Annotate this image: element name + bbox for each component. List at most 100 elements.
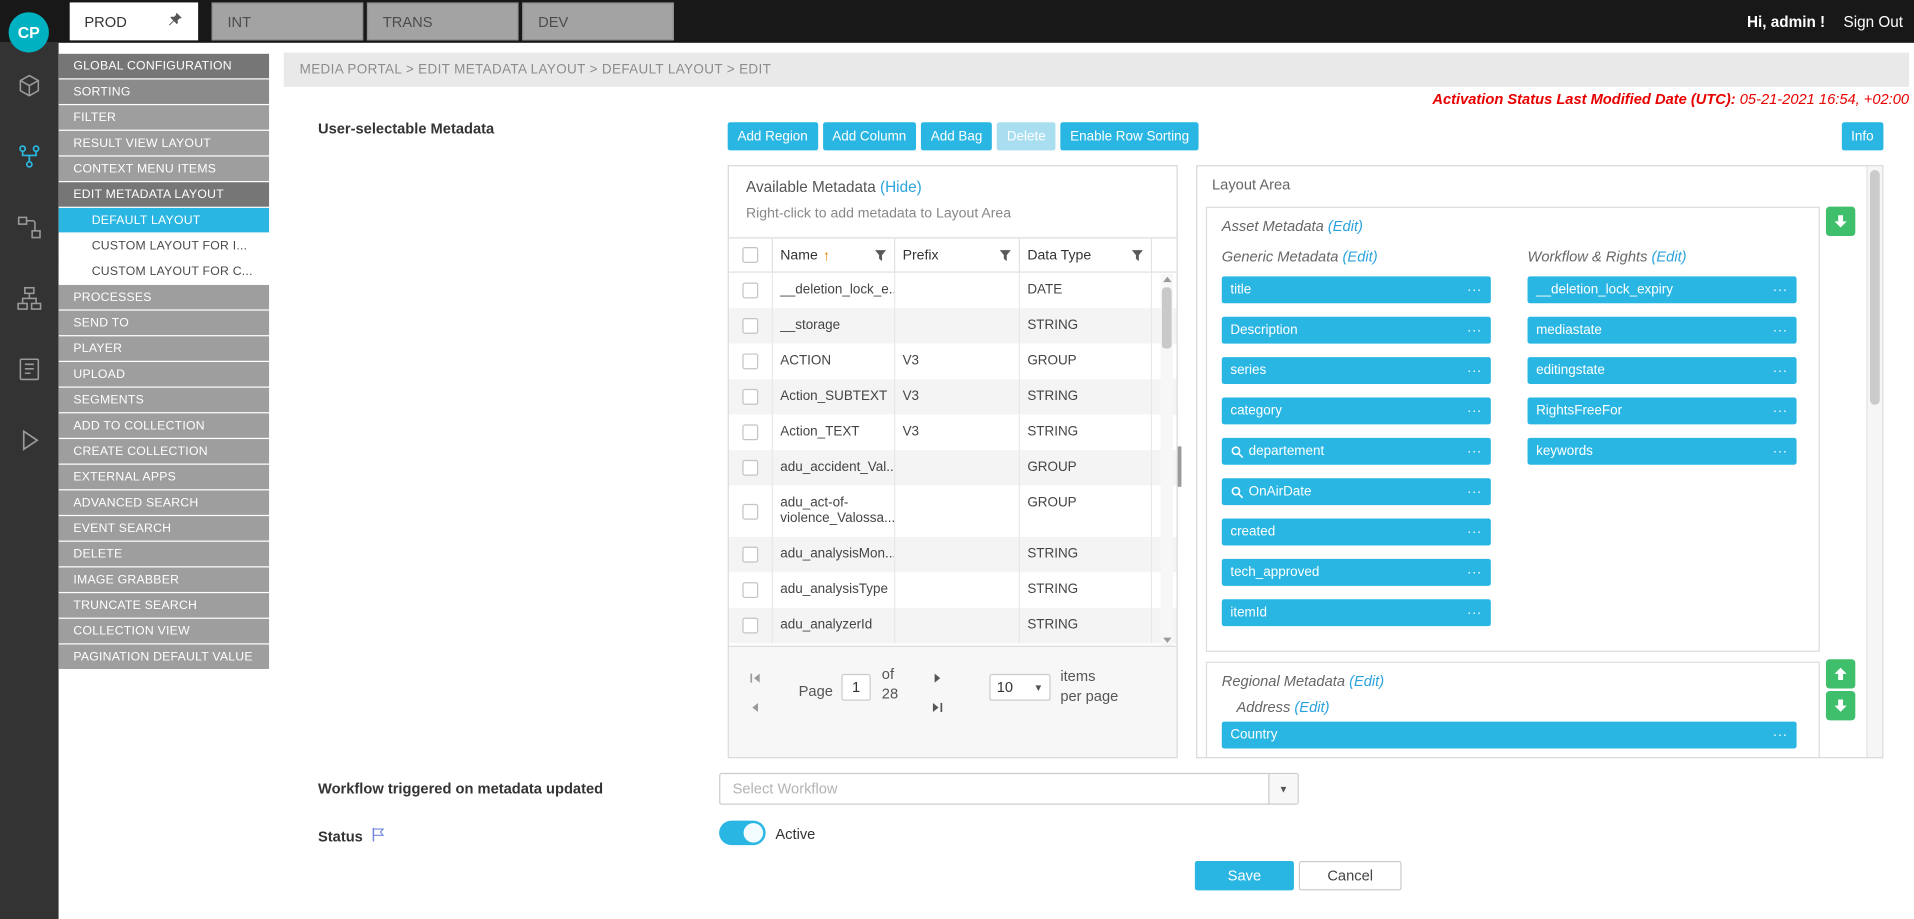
tab-trans[interactable]: TRANS (367, 2, 519, 40)
metadata-chip[interactable]: Country... (1222, 722, 1797, 749)
hide-link[interactable]: (Hide) (880, 179, 922, 196)
column-header-data-type[interactable]: Data Type (1020, 238, 1152, 271)
metadata-chip[interactable]: series... (1222, 357, 1491, 384)
chip-menu-handle[interactable]: ... (1773, 404, 1788, 417)
sidebar-item-player[interactable]: PLAYER (59, 336, 269, 360)
sidebar-item-create-collection[interactable]: CREATE COLLECTION (59, 439, 269, 463)
app-logo[interactable]: CP (9, 12, 49, 52)
metadata-chip[interactable]: OnAirDate... (1222, 478, 1491, 505)
sidebar-item-add-to-collection[interactable]: ADD TO COLLECTION (59, 413, 269, 437)
chip-menu-handle[interactable]: ... (1467, 364, 1482, 377)
metadata-chip[interactable]: RightsFreeFor... (1528, 397, 1797, 424)
table-row[interactable]: __storage STRING (729, 308, 1177, 343)
metadata-chip[interactable]: category... (1222, 397, 1491, 424)
enable-row-sorting-button[interactable]: Enable Row Sorting (1060, 122, 1198, 150)
sidebar-item-filter[interactable]: FILTER (59, 105, 269, 129)
row-checkbox[interactable] (742, 582, 758, 598)
metadata-chip[interactable]: departement... (1222, 438, 1491, 465)
edit-link[interactable]: (Edit) (1328, 218, 1363, 235)
tab-dev[interactable]: DEV (522, 2, 674, 40)
table-row[interactable]: adu_analysisType STRING (729, 572, 1177, 607)
metadata-chip[interactable]: mediastate... (1528, 317, 1797, 344)
sidebar-item-custom-layout-i[interactable]: CUSTOM LAYOUT FOR I... (59, 234, 269, 258)
sidebar-item-collection-view[interactable]: COLLECTION VIEW (59, 619, 269, 643)
breadcrumb[interactable]: MEDIA PORTAL > EDIT METADATA LAYOUT > DE… (284, 53, 1909, 87)
sidebar-item-sorting[interactable]: SORTING (59, 79, 269, 103)
scrollbar-thumb[interactable] (1870, 170, 1880, 405)
sidebar-item-event-search[interactable]: EVENT SEARCH (59, 516, 269, 540)
move-region-down-button[interactable] (1826, 207, 1855, 236)
scroll-down-icon[interactable] (1161, 635, 1173, 646)
sign-out-link[interactable]: Sign Out (1844, 13, 1903, 30)
filter-icon[interactable] (999, 249, 1011, 261)
layout-scrollbar[interactable] (1866, 166, 1882, 757)
metadata-chip[interactable]: Description... (1222, 317, 1491, 344)
metadata-chip[interactable]: itemId... (1222, 599, 1491, 626)
table-scrollbar[interactable] (1161, 274, 1173, 646)
sidebar-item-global-configuration[interactable]: GLOBAL CONFIGURATION (59, 54, 269, 78)
info-button[interactable]: Info (1841, 122, 1883, 150)
scrollbar-thumb[interactable] (1162, 287, 1172, 348)
sidebar-item-upload[interactable]: UPLOAD (59, 362, 269, 386)
move-region-down-button[interactable] (1826, 691, 1855, 720)
status-toggle[interactable] (719, 821, 765, 845)
last-page-button[interactable] (928, 698, 945, 715)
page-number-input[interactable] (841, 674, 870, 701)
chip-menu-handle[interactable]: ... (1773, 323, 1788, 336)
metadata-chip[interactable]: keywords... (1528, 438, 1797, 465)
run-icon[interactable] (13, 424, 45, 456)
table-row[interactable]: adu_act-of-violence_Valossa... GROUP (729, 486, 1177, 537)
chip-menu-handle[interactable]: ... (1467, 566, 1482, 579)
cancel-button[interactable]: Cancel (1299, 861, 1402, 890)
filter-icon[interactable] (874, 249, 886, 261)
pushpin-icon[interactable] (166, 11, 183, 32)
sidebar-item-default-layout[interactable]: DEFAULT LAYOUT (59, 208, 269, 232)
row-checkbox[interactable] (742, 283, 758, 299)
chip-menu-handle[interactable]: ... (1773, 445, 1788, 458)
sidebar-item-advanced-search[interactable]: ADVANCED SEARCH (59, 490, 269, 514)
row-checkbox[interactable] (742, 618, 758, 634)
sidebar-item-send-to[interactable]: SEND TO (59, 311, 269, 335)
sidebar-item-edit-metadata-layout[interactable]: EDIT METADATA LAYOUT (59, 182, 269, 206)
sidebar-item-segments[interactable]: SEGMENTS (59, 388, 269, 412)
chip-menu-handle[interactable]: ... (1773, 364, 1788, 377)
chevron-down-icon[interactable]: ▼ (1268, 774, 1297, 803)
row-checkbox[interactable] (742, 503, 758, 519)
chip-menu-handle[interactable]: ... (1467, 445, 1482, 458)
panel-splitter-handle[interactable] (1178, 446, 1182, 486)
package-icon[interactable] (13, 70, 45, 102)
workflow-select[interactable]: Select Workflow ▼ (719, 773, 1299, 805)
metadata-chip[interactable]: created... (1222, 519, 1491, 546)
chip-menu-handle[interactable]: ... (1467, 283, 1482, 296)
column-header-prefix[interactable]: Prefix (895, 238, 1020, 271)
chip-menu-handle[interactable]: ... (1467, 525, 1482, 538)
metadata-chip[interactable]: title... (1222, 276, 1491, 303)
chip-menu-handle[interactable]: ... (1467, 485, 1482, 498)
table-row[interactable]: ACTION V3 GROUP (729, 344, 1177, 379)
row-checkbox[interactable] (742, 547, 758, 563)
edit-link[interactable]: (Edit) (1652, 248, 1687, 265)
tab-prod[interactable]: PROD (70, 2, 198, 40)
save-button[interactable]: Save (1195, 861, 1294, 890)
edit-link[interactable]: (Edit) (1294, 698, 1329, 715)
sidebar-item-image-grabber[interactable]: IMAGE GRABBER (59, 567, 269, 591)
edit-link[interactable]: (Edit) (1343, 248, 1378, 265)
metadata-chip[interactable]: __deletion_lock_expiry... (1528, 276, 1797, 303)
table-row[interactable]: Action_TEXT V3 STRING (729, 415, 1177, 450)
hierarchy-icon[interactable] (13, 283, 45, 315)
chip-menu-handle[interactable]: ... (1773, 283, 1788, 296)
chip-menu-handle[interactable]: ... (1467, 606, 1482, 619)
previous-page-button[interactable] (746, 698, 763, 715)
table-row[interactable]: adu_analyzerId STRING (729, 608, 1177, 643)
sidebar-item-external-apps[interactable]: EXTERNAL APPS (59, 465, 269, 489)
table-row[interactable]: adu_analysisMon... STRING (729, 537, 1177, 572)
add-column-button[interactable]: Add Column (822, 122, 916, 150)
sidebar-item-result-view-layout[interactable]: RESULT VIEW LAYOUT (59, 131, 269, 155)
chip-menu-handle[interactable]: ... (1467, 404, 1482, 417)
chip-menu-handle[interactable]: ... (1773, 728, 1788, 741)
delete-button[interactable]: Delete (997, 122, 1055, 150)
table-row[interactable]: Action_SUBTEXT V3 STRING (729, 379, 1177, 414)
move-region-up-button[interactable] (1826, 659, 1855, 688)
sidebar-item-custom-layout-c[interactable]: CUSTOM LAYOUT FOR C... (59, 259, 269, 283)
metadata-chip[interactable]: editingstate... (1528, 357, 1797, 384)
